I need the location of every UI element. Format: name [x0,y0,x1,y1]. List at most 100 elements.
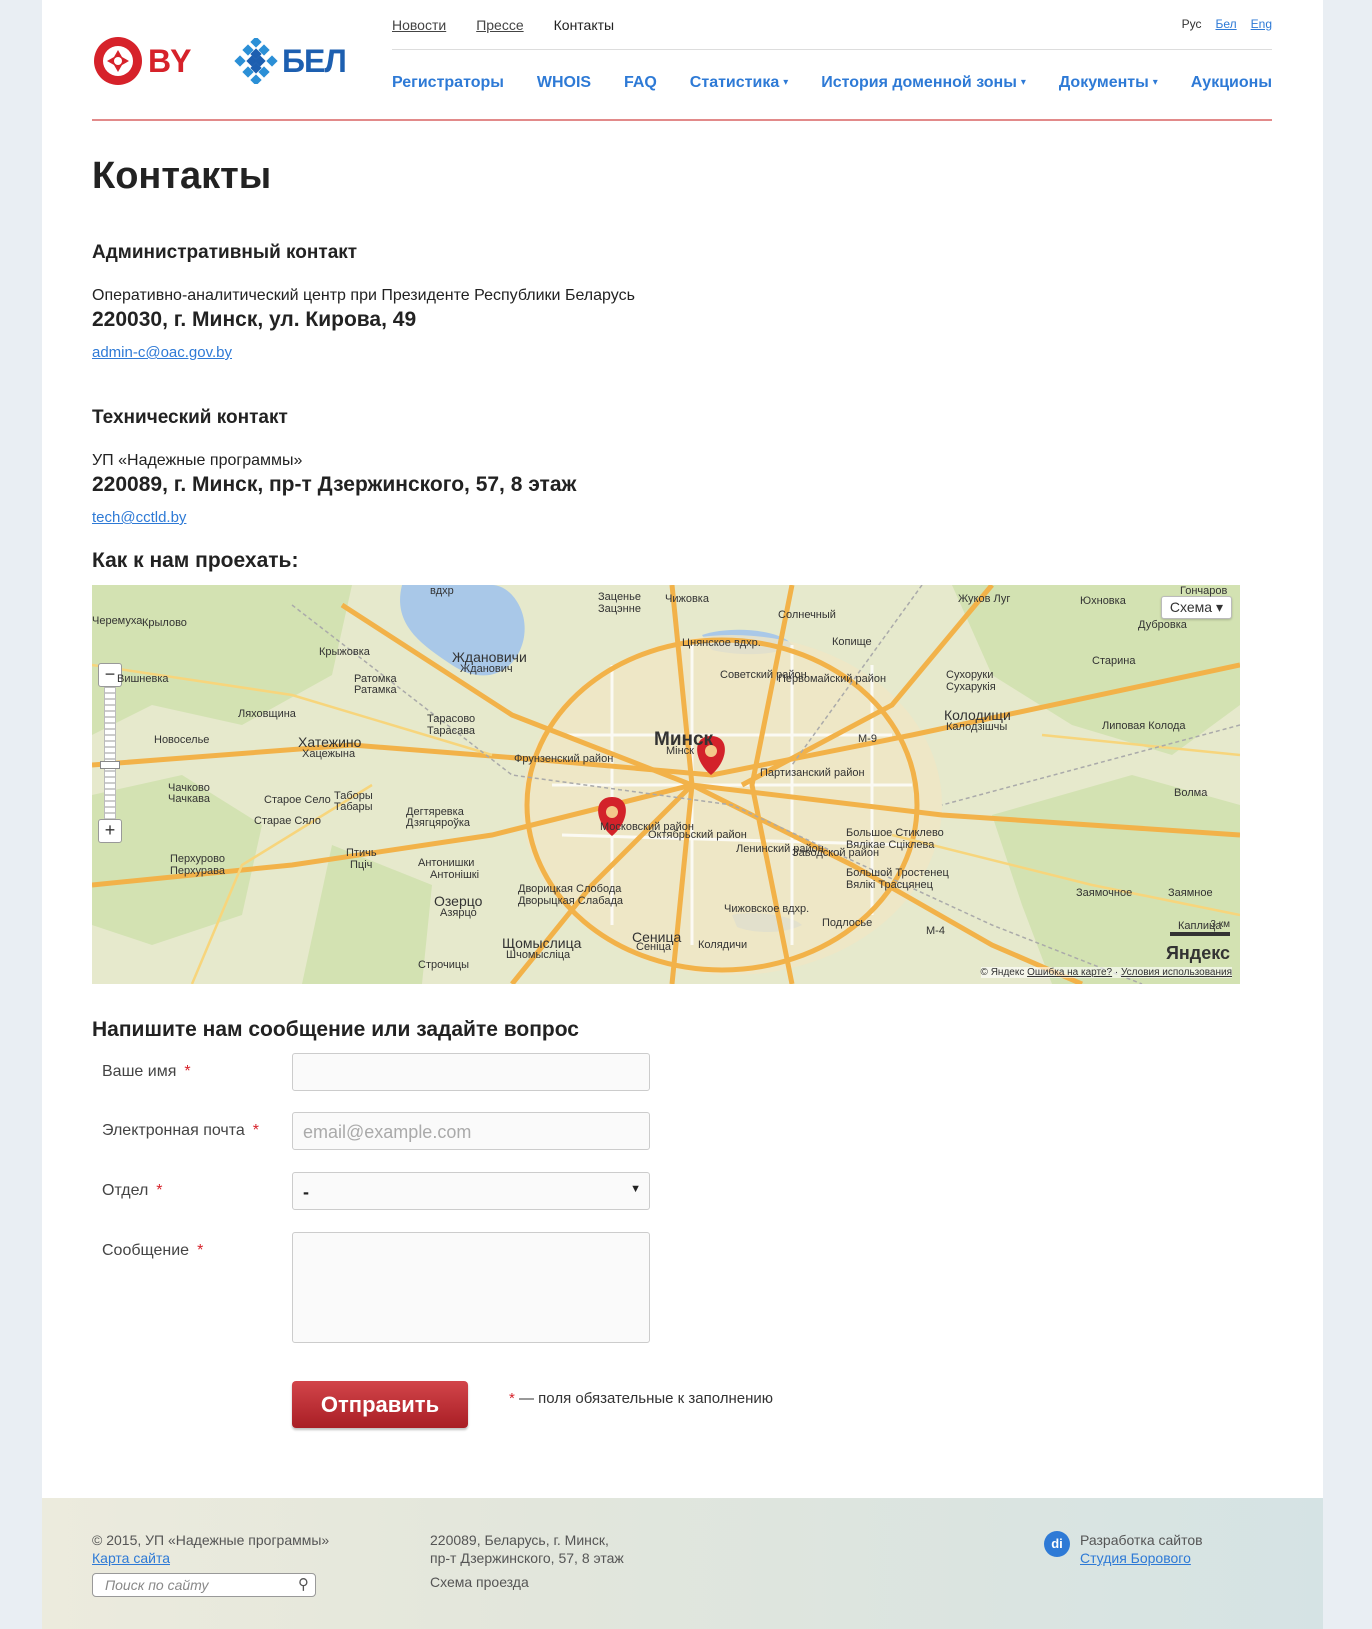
map-scale: 3 км [1170,919,1230,936]
page-inner: BY БЕЛ Новости Прессе Контакты Рус Бел E… [92,0,1272,1498]
top-nav-press[interactable]: Прессе [476,17,523,33]
lang-ru: Рус [1181,17,1202,31]
map-label: Партизанский район [760,767,865,779]
map-label: Юхновка [1080,595,1126,607]
map-label: Солнечный [778,609,836,621]
main-nav-history[interactable]: История доменной зоны ▾ [821,74,1026,92]
map-label: Старое Село [264,794,331,806]
map-label: Жуков Луг [958,593,1011,605]
map-label: Чижовское вдхр. [724,903,810,915]
top-nav: Новости Прессе Контакты [392,17,614,33]
required-mark: * [156,1182,163,1199]
map-label: Строчицы [418,959,470,971]
name-input[interactable] [292,1053,650,1091]
by-logo[interactable]: BY [92,36,191,86]
main-nav-faq[interactable]: FAQ [624,74,657,92]
footer-copyright-block: © 2015, УП «Надежные программы» Карта са… [92,1531,329,1567]
map-label: Дворицкая Слобода [518,883,622,895]
main-nav-documents[interactable]: Документы ▾ [1059,74,1158,92]
footer-sitemap-link[interactable]: Карта сайта [92,1550,170,1566]
map-label: Подлосье [822,917,873,929]
admin-contact-email[interactable]: admin-c@oac.gov.by [92,344,232,361]
map[interactable]: Схема ▾ − + Черемуха Крылово Вишневка Ляхов… [92,585,1240,984]
map-label: Фрунзенский район [514,753,614,765]
map-terms-link[interactable]: Условия использования [1121,967,1232,978]
admin-contact-heading: Административный контакт [92,242,358,263]
page: BY БЕЛ Новости Прессе Контакты Рус Бел E… [42,0,1323,1498]
main-nav-whois-label: WHOIS [536,74,592,91]
map-label: Вишневка [117,673,169,685]
bel-logo-text: БЕЛ [282,42,347,79]
map-label: Чачкава [168,793,210,805]
name-label-text: Ваше имя [102,1063,177,1080]
main-nav-registrars-label: Регистраторы [392,74,504,91]
footer-route-link[interactable]: Схема проезда [430,1573,624,1591]
footer-search-input[interactable]: Поиск по сайту ⚲ [92,1573,316,1597]
map-label: Заямное [1168,887,1213,899]
footer-developer-link[interactable]: Студия Борового [1080,1550,1191,1566]
main-nav-statistics[interactable]: Статистика ▾ [690,74,788,92]
zoom-in-icon[interactable]: + [98,819,122,843]
main-nav-history-label: История доменной зоны [821,74,1017,91]
developer-logo-icon[interactable]: di [1044,1531,1070,1557]
map-label: Дворыцкая Слабада [518,895,623,907]
map-copyright-text: © Яндекс [980,967,1025,978]
required-mark: * [184,1063,191,1080]
map-scale-bar [1170,932,1230,936]
message-label-text: Сообщение [102,1242,190,1259]
tech-contact-org: УП «Надежные программы» [92,452,303,469]
bel-logo[interactable]: БЕЛ [234,36,347,86]
submit-button[interactable]: Отправить [292,1381,468,1428]
map-heading: Как к нам проехать: [92,549,299,572]
form-heading: Напишите нам сообщение или задайте вопро… [92,1018,579,1041]
map-label: Птичь [346,847,377,859]
map-canvas [92,585,1240,984]
main-nav-statistics-label: Статистика [689,74,780,91]
footer-address-line1: 220089, Беларусь, г. Минск, [430,1532,609,1548]
zoom-slider[interactable] [104,687,116,821]
map-label: Заценье [598,591,641,603]
map-label: Перхурово [170,853,225,865]
main-nav-whois[interactable]: WHOIS [537,74,591,92]
map-zoom-control: − + [98,663,122,843]
message-textarea[interactable] [292,1232,650,1343]
map-label: вдхр [430,585,454,597]
map-label: Зацэнне [598,603,641,615]
zoom-slider-thumb[interactable] [100,761,120,769]
map-label: Сухарукія [946,681,996,693]
tech-contact-email[interactable]: tech@cctld.by [92,509,186,526]
footer-search-placeholder: Поиск по сайту [105,1577,209,1593]
lang-en[interactable]: Eng [1251,17,1272,31]
map-label: Дубровка [1138,619,1187,631]
map-label: Ратамка [354,684,397,696]
page-title: Контакты [92,155,272,197]
admin-contact-address: 220030, г. Минск, ул. Кирова, 49 [92,308,417,331]
map-label: Жданович [460,663,513,675]
search-icon[interactable]: ⚲ [298,1575,309,1593]
main-nav: Регистраторы WHOIS FAQ Статистика ▾ Истор… [392,74,1272,92]
email-label: Электронная почта * [102,1122,259,1140]
map-label: Тарасово [427,713,476,725]
map-label: Большое Стиклево [846,827,944,839]
map-label: Крылово [142,617,187,629]
main-nav-auctions[interactable]: Аукционы [1191,74,1272,92]
yandex-logo[interactable]: Яндекс [1166,943,1230,964]
map-type-switch[interactable]: Схема ▾ [1160,596,1232,619]
map-error-link[interactable]: Ошибка на карте? [1027,967,1112,978]
lang-be[interactable]: Бел [1215,17,1236,31]
department-select[interactable]: - ▼ [292,1172,650,1210]
map-label: Перхурава [170,865,225,877]
required-mark: * [252,1122,260,1139]
map-label: Калодзішчы [946,721,1008,733]
map-label: Большой Тростенец [846,867,949,879]
caret-down-icon: ▼ [630,1183,641,1195]
top-nav-news[interactable]: Новости [392,17,446,33]
main-nav-registrars[interactable]: Регистраторы [392,74,504,92]
email-input[interactable]: email@example.com [292,1112,650,1150]
map-label: Дзягцяроўка [406,817,470,829]
footer-developer-block: Разработка сайтов Студия Борового [1080,1531,1203,1567]
map-label: Заямочное [1076,887,1133,899]
map-label: Антонишки [418,857,475,869]
header-red-divider [92,119,1272,121]
required-note: * — поля обязательные к заполнению [509,1390,773,1407]
